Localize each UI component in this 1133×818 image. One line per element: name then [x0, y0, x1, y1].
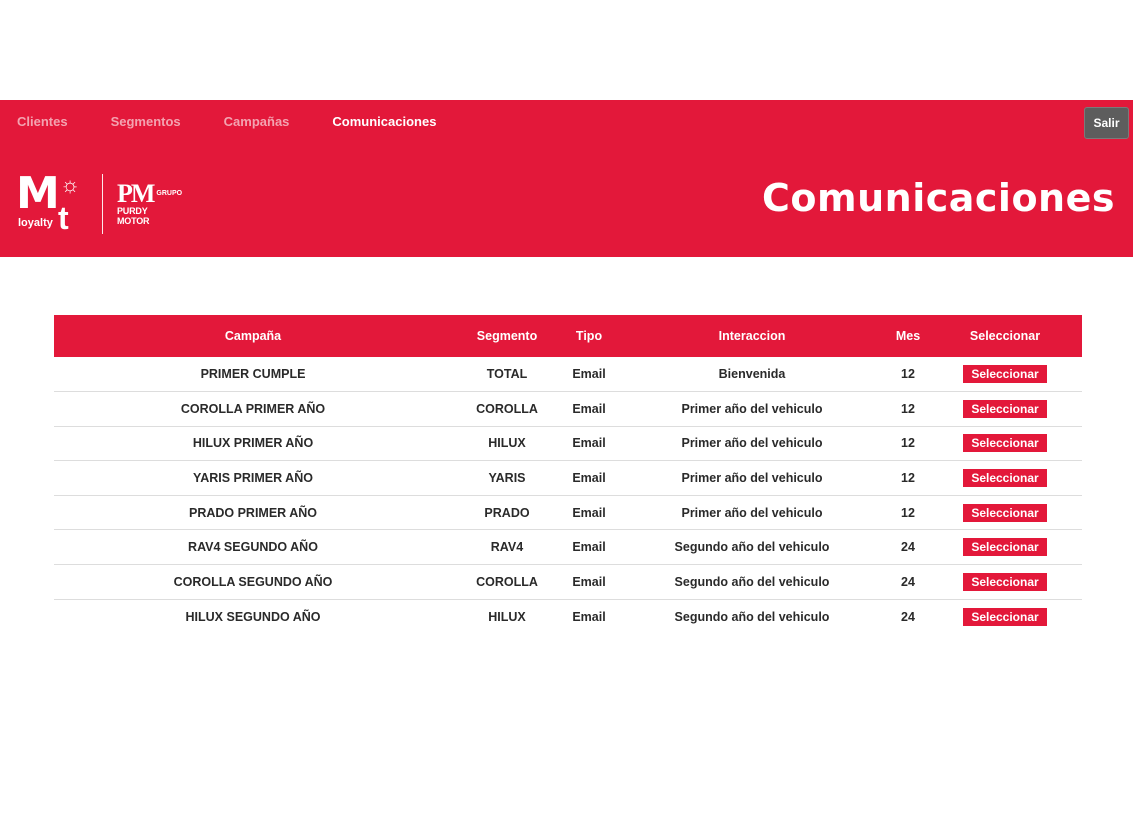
- header-mes: Mes: [895, 329, 921, 343]
- cell-tipo: Email: [572, 505, 606, 520]
- cell-tipo: Email: [572, 436, 606, 451]
- cell-segmento: HILUX: [488, 609, 526, 624]
- cell-campana: RAV4 SEGUNDO AÑO: [188, 540, 318, 555]
- select-button[interactable]: Seleccionar: [963, 503, 1047, 522]
- pm-logo-letters: PM: [117, 179, 155, 208]
- cell-tipo: Email: [572, 609, 606, 624]
- header-seleccionar: Seleccionar: [969, 329, 1041, 343]
- cell-action: Seleccionar: [928, 495, 1082, 530]
- brand-divider: [102, 174, 103, 234]
- cell-mes: 12: [901, 436, 915, 451]
- cell-mes: 12: [901, 401, 915, 416]
- cell-campana: HILUX PRIMER AÑO: [192, 436, 314, 451]
- cell-segmento: TOTAL: [486, 367, 528, 382]
- pm-logo-mark: PM GRUPO: [117, 179, 182, 208]
- cell-action: Seleccionar: [928, 392, 1082, 427]
- cell-tipo: Email: [572, 540, 606, 555]
- table-row: PRIMER CUMPLE TOTAL Email Bienvenida 12 …: [54, 357, 1082, 392]
- brand-logos: M ☼ t loyalty PM GRUPO PURDY MOTOR: [16, 172, 182, 236]
- page-title: Comunicaciones: [762, 176, 1115, 220]
- table-header-row: Campaña Segmento Tipo Interaccion Mes Se…: [54, 315, 1082, 357]
- cell-mes: 12: [901, 367, 915, 382]
- cell-campana: PRADO PRIMER AÑO: [188, 505, 317, 520]
- table-row: COROLLA PRIMER AÑO COROLLA Email Primer …: [54, 392, 1082, 427]
- cell-campana: COROLLA PRIMER AÑO: [180, 401, 326, 416]
- sun-icon: ☼: [60, 172, 81, 197]
- table-row: RAV4 SEGUNDO AÑO RAV4 Email Segundo año …: [54, 530, 1082, 565]
- nav-item-comunicaciones[interactable]: Comunicaciones: [315, 100, 436, 144]
- cell-segmento: PRADO: [484, 505, 530, 520]
- mt-logo-subtitle: loyalty: [18, 217, 53, 229]
- select-button[interactable]: Seleccionar: [963, 538, 1047, 557]
- nav-item-segmentos[interactable]: Segmentos: [94, 100, 181, 144]
- cell-mes: 12: [901, 471, 915, 486]
- cell-interaccion: Segundo año del vehiculo: [674, 574, 830, 589]
- cell-action: Seleccionar: [928, 530, 1082, 565]
- communications-table: Campaña Segmento Tipo Interaccion Mes Se…: [54, 315, 1082, 634]
- nav-item-clientes[interactable]: Clientes: [0, 100, 68, 144]
- nav-item-campanas[interactable]: Campañas: [207, 100, 290, 144]
- table-row: HILUX PRIMER AÑO HILUX Email Primer año …: [54, 426, 1082, 461]
- cell-segmento: COROLLA: [476, 574, 538, 589]
- main-nav: Clientes Segmentos Campañas Comunicacion…: [0, 100, 462, 144]
- cell-segmento: COROLLA: [476, 401, 538, 416]
- cell-segmento: YARIS: [488, 471, 526, 486]
- cell-tipo: Email: [572, 367, 606, 382]
- cell-mes: 24: [901, 574, 915, 589]
- cell-mes: 12: [901, 505, 915, 520]
- cell-interaccion: Primer año del vehiculo: [681, 471, 823, 486]
- pm-logo-subtitle: PURDY MOTOR: [117, 206, 150, 226]
- cell-tipo: Email: [572, 574, 606, 589]
- mt-loyalty-logo: M ☼ t loyalty: [16, 172, 90, 236]
- select-button[interactable]: Seleccionar: [963, 399, 1047, 418]
- cell-campana: PRIMER CUMPLE: [200, 367, 306, 382]
- mt-logo-letter-t: t: [58, 200, 69, 236]
- cell-interaccion: Primer año del vehiculo: [681, 436, 823, 451]
- select-button[interactable]: Seleccionar: [963, 434, 1047, 453]
- cell-action: Seleccionar: [928, 599, 1082, 634]
- cell-segmento: RAV4: [490, 540, 524, 555]
- cell-action: Seleccionar: [928, 565, 1082, 600]
- communications-table-container: Campaña Segmento Tipo Interaccion Mes Se…: [54, 315, 1082, 634]
- cell-interaccion: Bienvenida: [718, 367, 786, 382]
- header-tipo: Tipo: [575, 329, 603, 343]
- select-button[interactable]: Seleccionar: [963, 572, 1047, 591]
- mt-logo-letter-m: M: [16, 168, 60, 219]
- cell-action: Seleccionar: [928, 357, 1082, 392]
- header-campana: Campaña: [224, 329, 282, 343]
- cell-action: Seleccionar: [928, 426, 1082, 461]
- purdy-motor-logo: PM GRUPO PURDY MOTOR: [117, 179, 182, 227]
- cell-mes: 24: [901, 609, 915, 624]
- select-button[interactable]: Seleccionar: [963, 365, 1047, 384]
- table-row: COROLLA SEGUNDO AÑO COROLLA Email Segund…: [54, 565, 1082, 600]
- table-row: YARIS PRIMER AÑO YARIS Email Primer año …: [54, 461, 1082, 496]
- select-button[interactable]: Seleccionar: [963, 469, 1047, 488]
- cell-campana: YARIS PRIMER AÑO: [193, 471, 313, 486]
- cell-tipo: Email: [572, 471, 606, 486]
- table-row: PRADO PRIMER AÑO PRADO Email Primer año …: [54, 495, 1082, 530]
- cell-interaccion: Primer año del vehiculo: [681, 401, 823, 416]
- cell-campana: HILUX SEGUNDO AÑO: [185, 609, 321, 624]
- cell-interaccion: Segundo año del vehiculo: [674, 540, 830, 555]
- pm-logo-grupo: GRUPO: [156, 190, 183, 197]
- app-header: Clientes Segmentos Campañas Comunicacion…: [0, 100, 1133, 257]
- header-segmento: Segmento: [476, 329, 538, 343]
- cell-interaccion: Primer año del vehiculo: [681, 505, 823, 520]
- table-row: HILUX SEGUNDO AÑO HILUX Email Segundo añ…: [54, 599, 1082, 634]
- cell-campana: COROLLA SEGUNDO AÑO: [173, 574, 333, 589]
- header-interaccion: Interaccion: [718, 329, 786, 343]
- cell-mes: 24: [901, 540, 915, 555]
- logout-button[interactable]: Salir: [1084, 107, 1129, 139]
- cell-action: Seleccionar: [928, 461, 1082, 496]
- cell-interaccion: Segundo año del vehiculo: [674, 609, 830, 624]
- select-button[interactable]: Seleccionar: [963, 607, 1047, 626]
- cell-tipo: Email: [572, 401, 606, 416]
- cell-segmento: HILUX: [488, 436, 526, 451]
